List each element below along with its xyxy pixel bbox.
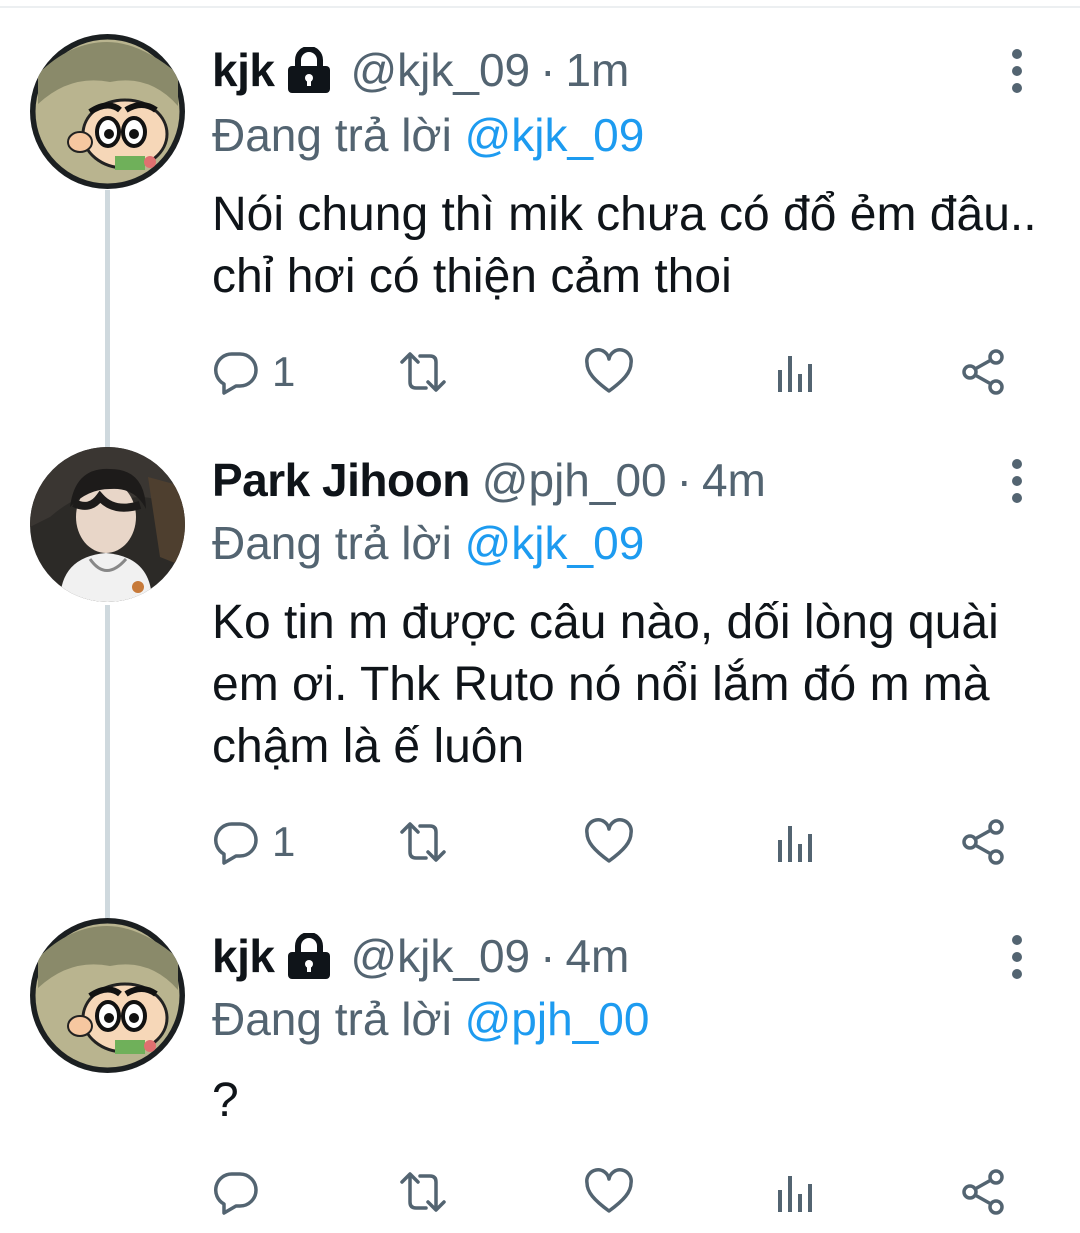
- shinchan-avatar-icon: [30, 34, 185, 189]
- reply-button[interactable]: 1: [212, 342, 295, 402]
- like-icon: [585, 348, 633, 393]
- display-name[interactable]: Park Jihoon: [212, 453, 470, 507]
- tweet-header: kjk @kjk_09 · 1m: [212, 38, 629, 102]
- analytics-button[interactable]: [774, 342, 818, 402]
- retweet-icon: [400, 352, 446, 392]
- share-icon: [962, 819, 1004, 865]
- display-name[interactable]: kjk: [212, 43, 275, 97]
- analytics-icon: [778, 1176, 812, 1212]
- tweet-text: Ko tin m được câu nào, dối lòng quài em …: [212, 596, 999, 773]
- tweet[interactable]: kjk @kjk_09 · 4m Đang trả lời @pjh_00 ?: [0, 910, 1080, 1233]
- replying-to: Đang trả lời @kjk_09: [212, 108, 644, 162]
- retweet-icon: [400, 1172, 446, 1212]
- replying-mention[interactable]: @kjk_09: [465, 517, 645, 569]
- tweet-text: ?: [212, 1074, 239, 1127]
- share-button[interactable]: [960, 1162, 1006, 1222]
- lock-icon: [288, 933, 331, 979]
- replying-to: Đang trả lời @kjk_09: [212, 516, 644, 570]
- like-button[interactable]: [584, 342, 634, 402]
- analytics-icon: [778, 826, 812, 862]
- reply-count: 1: [272, 818, 296, 865]
- lock-icon: [288, 47, 331, 93]
- reply-icon: [214, 822, 258, 865]
- timestamp[interactable]: 4m: [565, 929, 629, 983]
- reply-icon: [214, 352, 258, 395]
- username[interactable]: @kjk_09: [350, 929, 530, 983]
- reply-button[interactable]: 1: [212, 812, 295, 872]
- person-photo-avatar-icon: [30, 447, 185, 602]
- like-icon: [585, 1168, 633, 1213]
- tweet[interactable]: Park Jihoon @pjh_00 · 4m Đang trả lời @k…: [0, 440, 1080, 910]
- retweet-icon: [400, 822, 446, 862]
- tweet-header: kjk @kjk_09 · 4m: [212, 924, 629, 988]
- separator: ·: [676, 454, 692, 506]
- reply-icon: [214, 1172, 258, 1215]
- replying-prefix: Đang trả lời: [212, 993, 452, 1045]
- replying-mention[interactable]: @kjk_09: [465, 109, 645, 161]
- replying-mention[interactable]: @pjh_00: [465, 993, 650, 1045]
- username[interactable]: @pjh_00: [482, 453, 667, 507]
- replying-prefix: Đang trả lời: [212, 109, 452, 161]
- share-button[interactable]: [960, 342, 1006, 402]
- share-icon: [962, 1169, 1004, 1215]
- like-button[interactable]: [584, 812, 634, 872]
- timestamp[interactable]: 4m: [702, 453, 766, 507]
- action-bar: 1: [212, 342, 1032, 402]
- more-icon[interactable]: [1000, 934, 1034, 980]
- more-icon[interactable]: [1000, 48, 1034, 94]
- reply-button[interactable]: [212, 1162, 272, 1222]
- separator: ·: [540, 930, 556, 982]
- avatar[interactable]: [30, 34, 185, 189]
- tweet[interactable]: kjk @kjk_09 · 1m Đang trả lời @kjk_09 Nó…: [0, 0, 1080, 440]
- tweet-header: Park Jihoon @pjh_00 · 4m: [212, 448, 766, 512]
- tweet-text: Nói chung thì mik chưa có đổ ẻm đâu.. ch…: [212, 188, 1037, 303]
- replying-prefix: Đang trả lời: [212, 517, 452, 569]
- analytics-button[interactable]: [774, 812, 818, 872]
- like-button[interactable]: [584, 1162, 634, 1222]
- action-bar: 1: [212, 812, 1032, 872]
- shinchan-avatar-icon: [30, 918, 185, 1073]
- replying-to: Đang trả lời @pjh_00: [212, 992, 649, 1046]
- username[interactable]: @kjk_09: [350, 43, 530, 97]
- avatar[interactable]: [30, 447, 185, 602]
- retweet-button[interactable]: [396, 342, 450, 402]
- action-bar: [212, 1162, 1032, 1222]
- timestamp[interactable]: 1m: [565, 43, 629, 97]
- retweet-button[interactable]: [396, 1162, 450, 1222]
- like-icon: [585, 818, 633, 863]
- avatar[interactable]: [30, 918, 185, 1073]
- analytics-button[interactable]: [774, 1162, 818, 1222]
- analytics-icon: [778, 356, 812, 392]
- more-icon[interactable]: [1000, 458, 1034, 504]
- retweet-button[interactable]: [396, 812, 450, 872]
- share-button[interactable]: [960, 812, 1006, 872]
- share-icon: [962, 349, 1004, 395]
- display-name[interactable]: kjk: [212, 929, 275, 983]
- separator: ·: [540, 44, 556, 96]
- reply-count: 1: [272, 348, 296, 395]
